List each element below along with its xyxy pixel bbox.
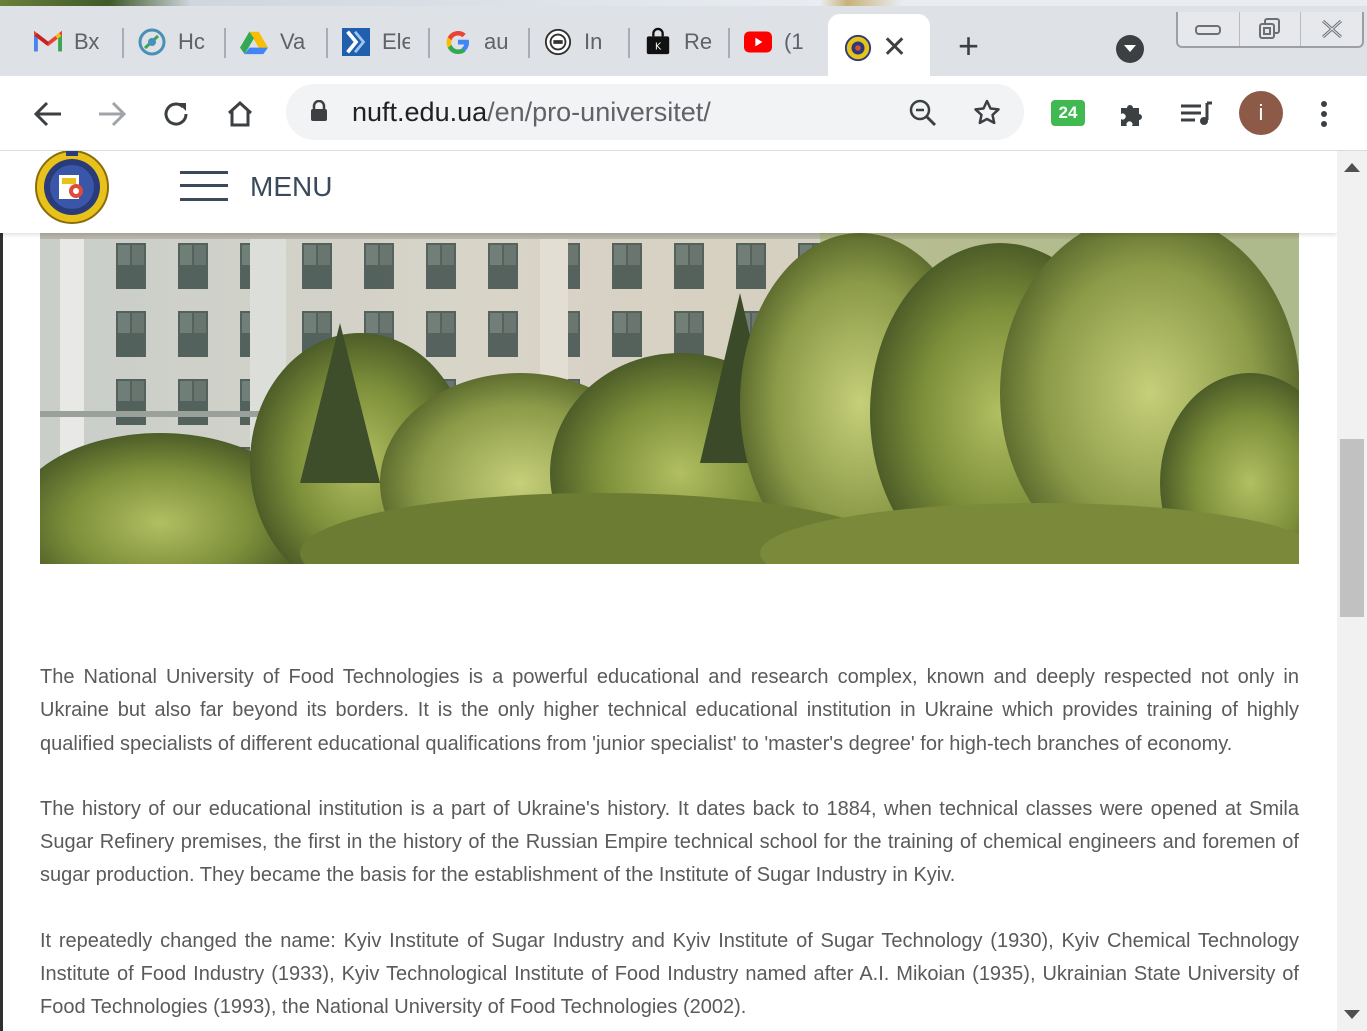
restore-button[interactable] [1238,12,1301,46]
page-viewport: MENU The National University of Food Tec… [0,151,1337,1031]
arrow-right-icon [99,101,127,127]
bag-icon: K [644,27,672,56]
extension-24-icon[interactable]: 24 [1051,100,1085,126]
tab-separator [326,28,328,58]
home-icon [227,100,253,127]
window-edge [0,151,3,1031]
tab-drive[interactable]: Va [240,24,308,60]
bookmark-star-icon[interactable] [972,98,1002,128]
tab-separator [528,28,530,58]
tab-title: (1 [784,29,804,54]
tab-title: Вх [74,29,100,54]
home-button[interactable] [220,94,260,134]
menu-kebab-icon[interactable] [1304,94,1344,134]
site-header: MENU [0,151,1337,233]
compass-icon [138,28,166,56]
tab-bag[interactable]: K Re [644,24,712,60]
forward-button[interactable] [92,94,132,134]
browser-toolbar: nuft.edu.ua/en/pro-universitet/ 24 i [0,76,1367,151]
restore-icon [1259,18,1280,39]
window-controls [1176,12,1364,48]
google-drive-icon [240,28,268,56]
profile-avatar[interactable]: i [1239,91,1283,135]
tab-separator [628,28,630,58]
seal-icon [544,28,572,56]
new-tab-button[interactable]: + [958,28,979,64]
chevron-down-icon [1124,45,1136,52]
scroll-thumb[interactable] [1340,439,1364,617]
tab-active-nuft[interactable]: ✕ [828,14,930,82]
scroll-up-arrow-icon[interactable] [1344,163,1360,172]
url-domain: nuft.edu.ua [352,97,488,127]
minimize-icon [1195,25,1222,35]
tab-strip: Вх Hc Va Ele au In K Re (1 ✕ + [0,6,1367,82]
paragraph-intro: The National University of Food Technolo… [40,666,1299,755]
tab-youtube[interactable]: (1 [744,24,812,60]
nuft-favicon-icon [844,34,872,62]
page-scrollbar[interactable] [1337,151,1367,1031]
tab-separator [428,28,430,58]
window-close-button[interactable] [1300,12,1362,46]
tab-separator [122,28,124,58]
paragraph-names: It repeatedly changed the name: Kyiv Ins… [40,929,1299,1019]
paragraph-history: The history of our educational instituti… [40,797,1299,887]
minimize-button[interactable] [1178,12,1239,46]
arrow-left-icon [33,101,61,127]
extensions-puzzle-icon[interactable] [1112,94,1152,134]
url-path: /en/pro-universitet/ [487,97,711,127]
university-logo-icon[interactable] [32,151,112,227]
tab-gmail[interactable]: Вх [34,24,102,60]
tab-title: Hc [178,29,205,54]
tab-google[interactable]: au [444,24,512,60]
tab-separator [728,28,730,58]
campus-hero-image [40,233,1299,564]
reload-icon [164,102,188,126]
google-icon [444,28,472,56]
url-text[interactable]: nuft.edu.ua/en/pro-universitet/ [352,97,711,128]
tab-title: Ele [382,29,410,54]
youtube-icon [744,28,772,56]
tab-seal[interactable]: In [544,24,612,60]
tab-ele[interactable]: Ele [342,24,410,60]
hamburger-menu-icon[interactable] [180,169,228,203]
chevron-logo-icon [342,28,370,56]
back-button[interactable] [28,94,68,134]
address-bar[interactable]: nuft.edu.ua/en/pro-universitet/ [286,84,1024,140]
about-content: The National University of Food Technolo… [40,661,1299,1031]
lock-icon [310,99,328,127]
close-icon[interactable]: ✕ [882,33,907,63]
tab-compass[interactable]: Hc [138,24,206,60]
reading-list-icon[interactable] [1176,94,1216,134]
svg-text:K: K [655,41,662,52]
tab-title: In [584,29,603,54]
reload-button[interactable] [156,94,196,134]
scroll-down-arrow-icon[interactable] [1344,1010,1360,1019]
zoom-icon[interactable] [908,98,938,128]
menu-label[interactable]: MENU [250,171,332,203]
close-icon [1321,19,1342,39]
tab-title: au [484,29,509,54]
gmail-icon [34,28,62,56]
tab-title: Va [280,29,306,54]
tab-separator [224,28,226,58]
tab-title: Re [684,29,712,54]
tab-search-button[interactable] [1116,35,1144,63]
